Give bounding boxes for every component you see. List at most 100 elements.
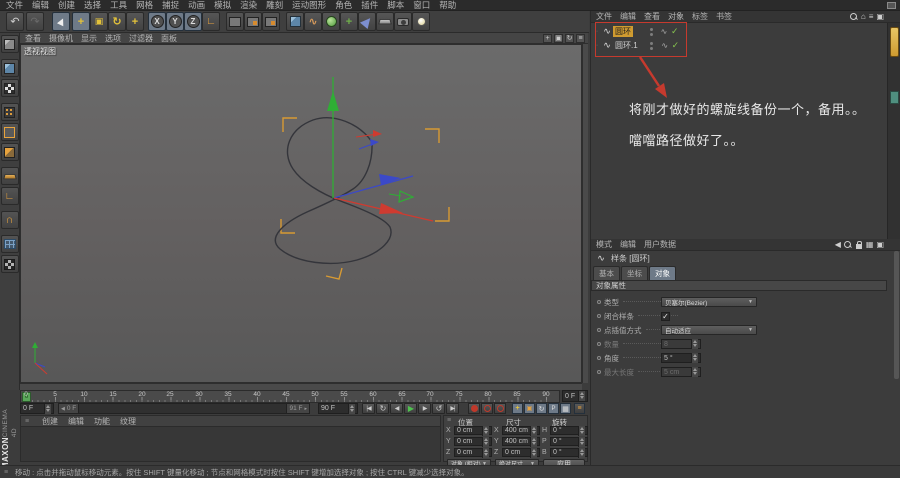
viewport-label[interactable]: 透视视图 <box>24 46 56 57</box>
live-selection-button[interactable]: ▶ <box>52 12 70 31</box>
render-picture-viewer-button[interactable] <box>244 12 262 31</box>
key-dot-icon[interactable] <box>597 356 601 360</box>
timeline-ruler[interactable]: 0 0 5 10 15 20 25 30 35 40 45 50 55 60 6… <box>20 390 560 403</box>
vp-menu-filter[interactable]: 过滤器 <box>129 33 153 44</box>
am-menu-mode[interactable]: 模式 <box>596 239 612 250</box>
om-menu-file[interactable]: 文件 <box>596 11 612 22</box>
vp-menu-panel[interactable]: 面板 <box>161 33 177 44</box>
loop-mode-button[interactable]: ↻ <box>376 403 389 414</box>
add-camera-button[interactable] <box>394 12 412 31</box>
rot-b-field[interactable]: 0 ° <box>550 447 588 458</box>
content-browser-tab[interactable] <box>890 27 899 57</box>
current-frame-field[interactable]: 0 F <box>20 403 54 414</box>
snap-texture-button[interactable] <box>0 255 19 273</box>
range-end-handle[interactable]: 91 F ▸ <box>286 404 309 413</box>
list-icon[interactable]: ≡ <box>869 12 874 21</box>
om-menu-objects[interactable]: 对象 <box>668 11 684 22</box>
menu-sculpt[interactable]: 雕刻 <box>266 0 283 11</box>
texture-mode-button[interactable] <box>0 79 19 97</box>
viewport-canvas[interactable] <box>20 44 582 383</box>
render-settings-button[interactable] <box>262 12 280 31</box>
workplane-grid-button[interactable] <box>0 235 19 253</box>
preview-range-slider[interactable]: ◀ 0 F 91 F ▸ <box>58 403 310 414</box>
menu-mesh[interactable]: 网格 <box>136 0 153 11</box>
panel-box-icon[interactable]: ▣ <box>876 12 884 21</box>
mat-menu-edit[interactable]: 编辑 <box>68 416 84 427</box>
size-z-field[interactable]: 0 cm <box>502 447 540 458</box>
menu-snap[interactable]: 捕捉 <box>162 0 179 11</box>
play-button[interactable]: ▶ <box>404 403 417 414</box>
structure-tab[interactable] <box>890 91 899 104</box>
rot-p-field[interactable]: 0 ° <box>550 436 588 447</box>
attribute-scrollbar[interactable] <box>894 251 899 379</box>
key-dot-icon[interactable] <box>597 300 601 304</box>
back-icon[interactable]: ◀ <box>835 240 841 249</box>
autokey-button[interactable] <box>481 403 493 414</box>
mat-menu-function[interactable]: 功能 <box>94 416 110 427</box>
add-primitive-button[interactable] <box>286 12 304 31</box>
search-icon[interactable] <box>849 12 858 21</box>
menu-render[interactable]: 渲染 <box>240 0 257 11</box>
home-icon[interactable]: ⌂ <box>861 12 866 21</box>
goto-end-button[interactable]: ▶| <box>446 403 459 414</box>
current-frame-stepper[interactable] <box>44 403 51 414</box>
mat-menu-texture[interactable]: 纹理 <box>120 416 136 427</box>
coordinate-system-button[interactable]: ∟ <box>202 12 220 31</box>
size-x-field[interactable]: 400 cm <box>502 425 540 436</box>
menu-simulate[interactable]: 模拟 <box>214 0 231 11</box>
menu-plugins[interactable]: 插件 <box>361 0 378 11</box>
panel-box-icon[interactable]: ▣ <box>876 240 884 249</box>
om-menu-view[interactable]: 查看 <box>644 11 660 22</box>
tab-coordinates[interactable]: 坐标 <box>621 266 648 280</box>
om-menu-tags[interactable]: 标签 <box>692 11 708 22</box>
key-dot-icon[interactable] <box>597 328 601 332</box>
maximize-view-icon[interactable]: ≡ <box>576 33 585 43</box>
add-deformer-button[interactable] <box>358 12 376 31</box>
layout-icon[interactable] <box>887 2 896 9</box>
axis-gizmo[interactable] <box>327 77 434 222</box>
vp-menu-display[interactable]: 显示 <box>81 33 97 44</box>
menu-script[interactable]: 脚本 <box>387 0 404 11</box>
render-view-button[interactable] <box>226 12 244 31</box>
range-end-stepper[interactable] <box>348 403 355 414</box>
lock-x-button[interactable]: X <box>148 12 166 31</box>
lock-icon[interactable] <box>855 240 863 249</box>
make-editable-button[interactable] <box>0 35 19 53</box>
lock-y-button[interactable]: Y <box>166 12 184 31</box>
z-axis-arrow[interactable] <box>379 174 401 185</box>
record-keyframe-button[interactable] <box>468 403 480 414</box>
search-icon[interactable] <box>843 240 852 249</box>
angle-field[interactable]: 5 ° <box>661 353 701 363</box>
panel-grip-icon[interactable]: ≡ <box>25 418 32 425</box>
key-position-toggle[interactable]: + <box>512 403 523 414</box>
vp-menu-view[interactable]: 查看 <box>25 33 41 44</box>
add-light-button[interactable] <box>412 12 430 31</box>
pan-view-icon[interactable]: + <box>543 33 552 43</box>
rot-h-field[interactable]: 0 ° <box>550 425 588 436</box>
grid-icon[interactable]: ▦ <box>866 240 874 249</box>
snap-button[interactable]: ∩ <box>0 211 19 229</box>
polygons-mode-button[interactable] <box>0 143 19 161</box>
om-menu-edit[interactable]: 编辑 <box>620 11 636 22</box>
panel-grip-icon[interactable]: ≡ <box>447 417 454 424</box>
menu-window[interactable]: 窗口 <box>413 0 430 11</box>
rotate-tool-button[interactable]: ↻ <box>108 12 126 31</box>
pos-z-field[interactable]: 0 cm <box>454 447 492 458</box>
vp-menu-options[interactable]: 选项 <box>105 33 121 44</box>
type-dropdown[interactable]: 贝塞尔(Bezier) ▼ <box>661 297 757 307</box>
key-pla-toggle[interactable]: ▦ <box>560 403 571 414</box>
tab-object[interactable]: 对象 <box>649 266 676 280</box>
cycle-button[interactable]: ↺ <box>432 403 445 414</box>
lock-z-button[interactable]: Z <box>184 12 202 31</box>
last-tool-button[interactable]: + <box>126 12 144 31</box>
menu-character[interactable]: 角色 <box>335 0 352 11</box>
menu-animate[interactable]: 动画 <box>188 0 205 11</box>
range-end-field[interactable]: 90 F <box>318 403 358 414</box>
redo-button[interactable]: ↷ <box>26 12 44 31</box>
key-scale-toggle[interactable]: ▣ <box>524 403 535 414</box>
scale-tool-button[interactable]: ▣ <box>90 12 108 31</box>
previous-frame-button[interactable]: ◀ <box>390 403 403 414</box>
edges-mode-button[interactable] <box>0 123 19 141</box>
range-start-handle[interactable]: ◀ 0 F <box>59 404 80 413</box>
zoom-view-icon[interactable]: ▣ <box>554 33 563 43</box>
